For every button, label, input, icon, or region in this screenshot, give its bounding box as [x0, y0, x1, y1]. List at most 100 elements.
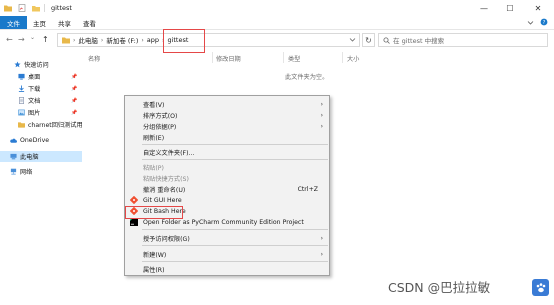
column-header-type[interactable]: 类型 [288, 54, 300, 63]
menu-item-label: 自定义文件夹(F)... [143, 149, 195, 157]
close-button[interactable]: ✕ [528, 0, 548, 16]
network-icon [10, 168, 17, 175]
breadcrumb-app[interactable]: app [147, 36, 159, 44]
folder-icon [18, 122, 25, 128]
title-bar: gittest — ☐ ✕ [0, 0, 554, 16]
sidebar-item-label: 网络 [20, 169, 33, 176]
tab-view[interactable]: 查看 [77, 16, 102, 29]
menu-separator [142, 261, 328, 262]
column-divider[interactable] [212, 52, 213, 63]
menu-item-label: 粘贴(P) [143, 164, 164, 172]
menu-item-label: 刷新(E) [143, 134, 165, 142]
quick-access-separator [44, 4, 45, 12]
menu-item-label: 撤消 重命名(U) [143, 186, 186, 194]
breadcrumb-separator: › [100, 36, 104, 44]
git-gui-icon [130, 196, 138, 204]
pin-icon[interactable]: 📌 [71, 98, 77, 104]
menu-item-label: 属性(R) [143, 266, 165, 274]
folder-icon[interactable] [4, 4, 12, 12]
breadcrumb-drive[interactable]: 新加卷 (F:) [106, 35, 138, 45]
chevron-right-icon: › [320, 122, 323, 130]
annotation-box-address [163, 29, 205, 53]
properties-icon[interactable] [18, 4, 26, 12]
sidebar-item-charnet[interactable]: charnet回归测试用 [0, 119, 83, 130]
empty-folder-message: 此文件夹为空。 [285, 74, 329, 81]
folder-icon [62, 37, 70, 44]
menu-item-label: 新建(W) [143, 251, 167, 259]
recent-locations-button[interactable]: ⌄ [30, 34, 35, 41]
computer-icon [10, 153, 17, 160]
pin-icon[interactable]: 📌 [71, 86, 77, 92]
pin-icon[interactable]: 📌 [71, 74, 77, 80]
desktop-icon [18, 73, 25, 80]
chevron-right-icon: › [320, 250, 323, 258]
pycharm-icon [130, 218, 138, 226]
column-header-size[interactable]: 大小 [347, 54, 359, 63]
sidebar-item-onedrive[interactable]: OneDrive [0, 135, 82, 146]
help-icon[interactable]: ? [540, 18, 548, 26]
star-icon [14, 61, 21, 68]
new-folder-icon[interactable] [32, 4, 40, 12]
menu-item-sort-by[interactable]: 排序方式(O) › [126, 110, 329, 120]
sidebar-item-downloads[interactable]: 下载 📌 [0, 83, 82, 94]
menu-item-give-access[interactable]: 授予访问权限(G) › [126, 233, 329, 243]
pictures-icon [18, 109, 25, 116]
menu-separator [142, 144, 328, 145]
menu-separator [142, 159, 328, 160]
column-divider[interactable] [283, 52, 284, 63]
sidebar-item-network[interactable]: 网络 [0, 166, 82, 177]
menu-item-view[interactable]: 查看(V) › [126, 99, 329, 109]
sidebar-item-desktop[interactable]: 桌面 📌 [0, 71, 82, 82]
tab-file[interactable]: 文件 [0, 16, 27, 29]
menu-item-shortcut: Ctrl+Z [297, 185, 318, 193]
chevron-down-icon[interactable] [349, 36, 356, 43]
forward-button[interactable]: → [18, 35, 25, 44]
menu-item-customize-folder[interactable]: 自定义文件夹(F)... [126, 147, 329, 157]
sidebar-item-quick-access[interactable]: 快速访问 [0, 59, 82, 70]
annotation-box-git-bash [125, 206, 183, 219]
menu-item-new[interactable]: 新建(W) › [126, 249, 329, 259]
chevron-down-icon[interactable] [527, 19, 534, 26]
search-box[interactable]: 在 gittest 中搜索 [378, 33, 548, 47]
minimize-button[interactable]: — [474, 0, 494, 16]
tab-share[interactable]: 共享 [52, 16, 77, 29]
sidebar-item-label: OneDrive [20, 137, 50, 144]
menu-item-label: 授予访问权限(G) [143, 235, 190, 243]
tab-home[interactable]: 主页 [27, 16, 52, 29]
menu-item-label: 排序方式(O) [143, 112, 178, 120]
pin-icon[interactable]: 📌 [71, 110, 77, 116]
sidebar-item-label: 此电脑 [20, 154, 39, 161]
column-header-date[interactable]: 修改日期 [216, 54, 241, 63]
breadcrumb-separator: › [73, 36, 76, 44]
menu-item-group-by[interactable]: 分组依据(P) › [126, 121, 329, 131]
sidebar-item-label: 下载 [28, 86, 41, 93]
window-title: gittest [51, 4, 72, 12]
navigation-pane: 快速访问 桌面 📌 下载 📌 文档 📌 图片 📌 charnet回归测试用 On… [0, 50, 83, 305]
maximize-button[interactable]: ☐ [500, 0, 520, 16]
sidebar-item-pictures[interactable]: 图片 📌 [0, 107, 82, 118]
watermark-text: CSDN @巴拉拉敏 [388, 280, 491, 295]
up-button[interactable]: ↑ [42, 35, 49, 44]
column-header-name[interactable]: 名称 [88, 54, 100, 63]
menu-item-paste[interactable]: 粘贴(P) [126, 162, 329, 172]
breadcrumb-separator: › [141, 36, 144, 44]
menu-item-properties[interactable]: 属性(R) [126, 264, 329, 274]
breadcrumb-this-pc[interactable]: 此电脑 [78, 35, 98, 45]
sidebar-item-this-pc[interactable]: 此电脑 [0, 151, 82, 162]
menu-item-undo-rename[interactable]: 撤消 重命名(U) Ctrl+Z [126, 184, 329, 194]
menu-item-paste-shortcut[interactable]: 粘贴快捷方式(S) [126, 173, 329, 183]
menu-item-refresh[interactable]: 刷新(E) [126, 132, 329, 142]
back-button[interactable]: ← [6, 35, 13, 44]
menu-item-git-gui[interactable]: Git GUI Here [126, 195, 329, 205]
documents-icon [19, 97, 24, 104]
menu-item-label: Git GUI Here [143, 196, 182, 204]
refresh-button[interactable]: ↻ [362, 33, 375, 47]
navigation-bar: ← → ⌄ ↑ › 此电脑 › 新加卷 (F:) › app › gittest… [0, 30, 554, 50]
sidebar-item-label: 桌面 [28, 74, 41, 81]
sidebar-item-documents[interactable]: 文档 📌 [0, 95, 82, 106]
column-divider[interactable] [342, 52, 343, 63]
paw-icon [532, 279, 549, 296]
search-icon [383, 37, 390, 44]
address-bar[interactable]: › 此电脑 › 新加卷 (F:) › app › gittest [57, 33, 360, 47]
context-menu: 查看(V) › 排序方式(O) › 分组依据(P) › 刷新(E) 自定义文件夹… [124, 95, 330, 276]
